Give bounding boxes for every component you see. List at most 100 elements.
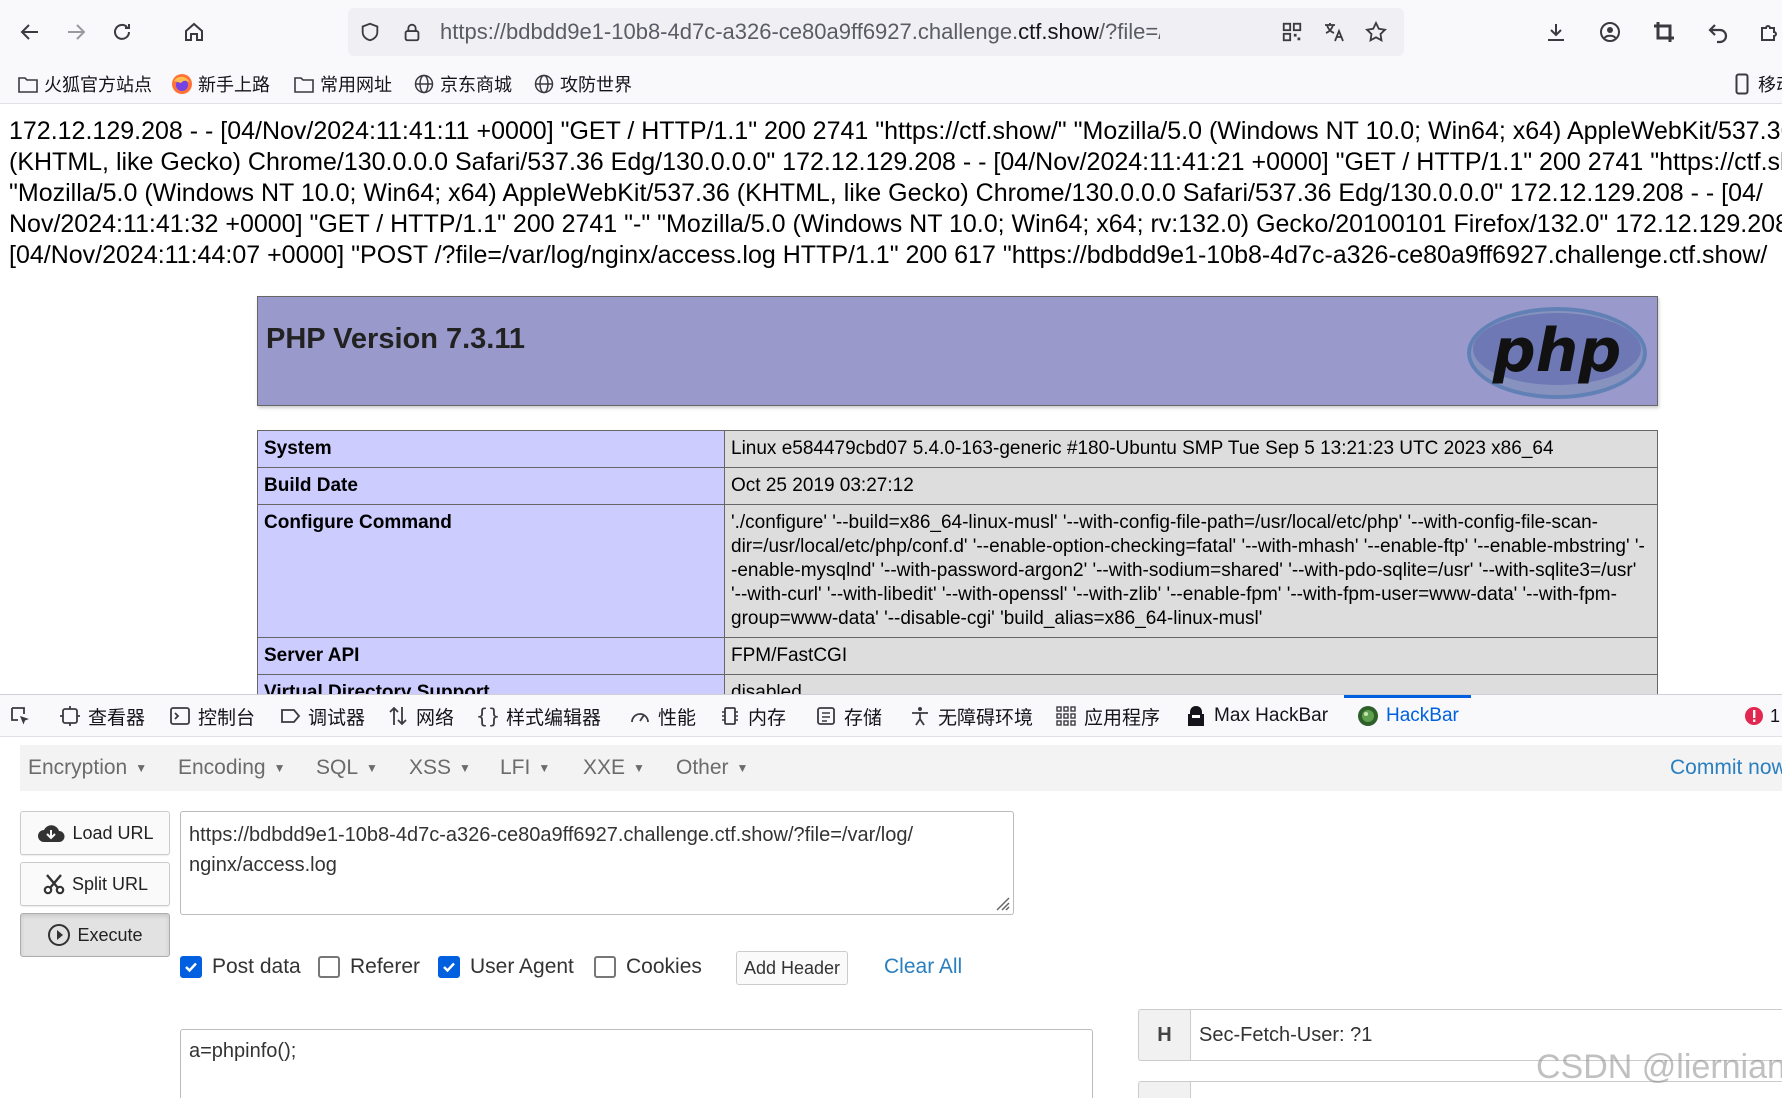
add-header-button[interactable]: Add Header xyxy=(736,951,848,985)
lock-icon[interactable] xyxy=(398,18,426,46)
menu-lfi[interactable]: LFI ▼ xyxy=(500,745,550,791)
button-label: Load URL xyxy=(72,822,154,843)
address-bar[interactable]: https://bdbdd9e1-10b8-4d7c-a326-ce80a9ff… xyxy=(348,8,1404,56)
tab-console[interactable]: 控制台 xyxy=(168,695,255,737)
tab-accessibility[interactable]: 无障碍环境 xyxy=(908,695,1033,737)
back-arrow-icon[interactable] xyxy=(12,14,48,50)
tab-hackbar[interactable]: HackBar xyxy=(1344,695,1471,737)
menu-encoding[interactable]: Encoding ▼ xyxy=(178,745,285,791)
checkbox-label: Post data xyxy=(212,955,301,978)
menu-label: Encoding xyxy=(178,756,266,779)
tab-debugger[interactable]: 调试器 xyxy=(278,695,365,737)
bookmark-label: 攻防世界 xyxy=(560,75,632,95)
shield-icon[interactable] xyxy=(356,18,384,46)
php-version-title: PHP Version 7.3.11 xyxy=(266,323,526,355)
table-key: Virtual Directory Support xyxy=(257,674,725,694)
caret-down-icon: ▼ xyxy=(366,761,378,775)
bookmark-label: 火狐官方站点 xyxy=(44,75,152,95)
table-row: System Linux e584479cbd07 5.4.0-163-gene… xyxy=(257,430,1658,468)
translate-icon[interactable] xyxy=(1320,18,1348,46)
checkbox-unchecked-icon xyxy=(594,956,616,978)
forward-arrow-icon[interactable] xyxy=(58,14,94,50)
menu-other[interactable]: Other ▼ xyxy=(676,745,748,791)
devtools-panel: 查看器 控制台 调试器 网络 {} 样式编辑器 性能 内存 存储 无障碍环境 应… xyxy=(0,694,1782,1098)
checkbox-checked-icon xyxy=(438,956,460,978)
tab-label: 控制台 xyxy=(198,707,256,729)
tab-storage[interactable]: 存储 xyxy=(814,695,882,737)
grid-icon xyxy=(1054,704,1078,728)
hacker-icon xyxy=(1184,704,1208,728)
menu-xss[interactable]: XSS ▼ xyxy=(409,745,471,791)
log-line: [04/Nov/2024:11:44:07 +0000] "POST /?fil… xyxy=(9,241,1768,269)
hackbar-url-input[interactable]: https://bdbdd9e1-10b8-4d7c-a326-ce80a9ff… xyxy=(180,811,1014,915)
commit-now-link[interactable]: Commit now! xyxy=(1670,745,1782,791)
tab-application[interactable]: 应用程序 xyxy=(1054,695,1160,737)
bookmark-star-icon[interactable] xyxy=(1362,18,1390,46)
execute-button[interactable]: Execute xyxy=(20,913,170,957)
cookies-checkbox[interactable]: Cookies xyxy=(594,955,702,979)
home-icon[interactable] xyxy=(176,14,212,50)
referer-checkbox[interactable]: Referer xyxy=(318,955,420,979)
post-data-checkbox[interactable]: Post data xyxy=(180,955,301,979)
menu-label: LFI xyxy=(500,756,531,779)
menu-label: XXE xyxy=(583,756,626,779)
account-icon[interactable] xyxy=(1592,14,1628,50)
reload-icon[interactable] xyxy=(104,14,140,50)
globe-icon xyxy=(532,72,556,96)
table-row: Virtual Directory Support disabled xyxy=(257,674,1658,694)
hackbar-icon xyxy=(1356,704,1380,728)
error-count-badge[interactable]: 1 xyxy=(1744,695,1780,737)
resize-handle-icon[interactable] xyxy=(991,892,1011,912)
clear-all-link[interactable]: Clear All xyxy=(884,955,962,979)
tab-max-hackbar[interactable]: Max HackBar xyxy=(1184,695,1328,737)
table-row: Server API FPM/FastCGI xyxy=(257,637,1658,675)
bookmark-label: 移动 xyxy=(1758,75,1782,95)
bookmark-item[interactable]: 攻防世界 xyxy=(532,71,632,97)
mobile-bookmarks[interactable]: 移动 xyxy=(1730,71,1782,97)
bookmark-item[interactable]: 火狐官方站点 xyxy=(16,71,152,97)
tab-memory[interactable]: 内存 xyxy=(718,695,786,737)
crop-extension-icon[interactable] xyxy=(1646,14,1682,50)
tab-label: 样式编辑器 xyxy=(506,707,602,729)
log-line: (KHTML, like Gecko) Chrome/130.0.0.0 Saf… xyxy=(9,148,1782,176)
debugger-icon xyxy=(278,704,302,728)
tab-label: Max HackBar xyxy=(1214,705,1329,726)
bookmark-item[interactable]: 京东商城 xyxy=(412,71,512,97)
tab-label: 应用程序 xyxy=(1084,707,1161,729)
element-picker-button[interactable] xyxy=(8,695,38,737)
caret-down-icon: ▼ xyxy=(459,761,471,775)
menu-xxe[interactable]: XXE ▼ xyxy=(583,745,645,791)
accessibility-icon xyxy=(908,704,932,728)
php-logo[interactable]: php xyxy=(1465,305,1649,401)
bookmarks-bar: 火狐官方站点 新手上路 常用网址 京东商城 攻防世界 移动 xyxy=(0,64,1782,104)
tab-network[interactable]: 网络 xyxy=(386,695,454,737)
tab-label: 查看器 xyxy=(88,707,146,729)
url-prefix: https://bdbdd9e1-10b8-4d7c-a326-ce80a9ff… xyxy=(440,19,1019,44)
checkbox-checked-icon xyxy=(180,956,202,978)
tab-performance[interactable]: 性能 xyxy=(628,695,696,737)
menu-label: Other xyxy=(676,756,729,779)
log-line: Nov/2024:11:41:32 +0000] "GET / HTTP/1.1… xyxy=(9,210,1782,238)
tab-label: 存储 xyxy=(844,707,883,729)
url-text[interactable]: https://bdbdd9e1-10b8-4d7c-a326-ce80a9ff… xyxy=(440,19,1160,45)
menu-sql[interactable]: SQL ▼ xyxy=(316,745,378,791)
page-viewport: 172.12.129.208 - - [04/Nov/2024:11:41:11… xyxy=(0,104,1782,694)
menu-encryption[interactable]: Encryption ▼ xyxy=(28,745,147,791)
tab-style-editor[interactable]: {} 样式编辑器 xyxy=(476,695,601,737)
user-agent-checkbox[interactable]: User Agent xyxy=(438,955,574,979)
inspector-icon xyxy=(58,704,82,728)
load-url-button[interactable]: Load URL xyxy=(20,811,170,855)
extensions-icon[interactable] xyxy=(1752,14,1782,50)
post-data-input[interactable]: a=phpinfo(); xyxy=(180,1029,1093,1098)
bookmark-item[interactable]: 常用网址 xyxy=(292,71,392,97)
checkbox-unchecked-icon xyxy=(318,956,340,978)
picker-icon xyxy=(8,704,32,728)
console-icon xyxy=(168,704,192,728)
split-url-button[interactable]: Split URL xyxy=(20,862,170,906)
button-label: Split URL xyxy=(71,873,149,894)
download-icon[interactable] xyxy=(1538,14,1574,50)
qr-code-icon[interactable] xyxy=(1278,18,1306,46)
bookmark-item[interactable]: 新手上路 xyxy=(170,71,270,97)
undo-icon[interactable] xyxy=(1700,14,1736,50)
tab-inspector[interactable]: 查看器 xyxy=(58,695,145,737)
